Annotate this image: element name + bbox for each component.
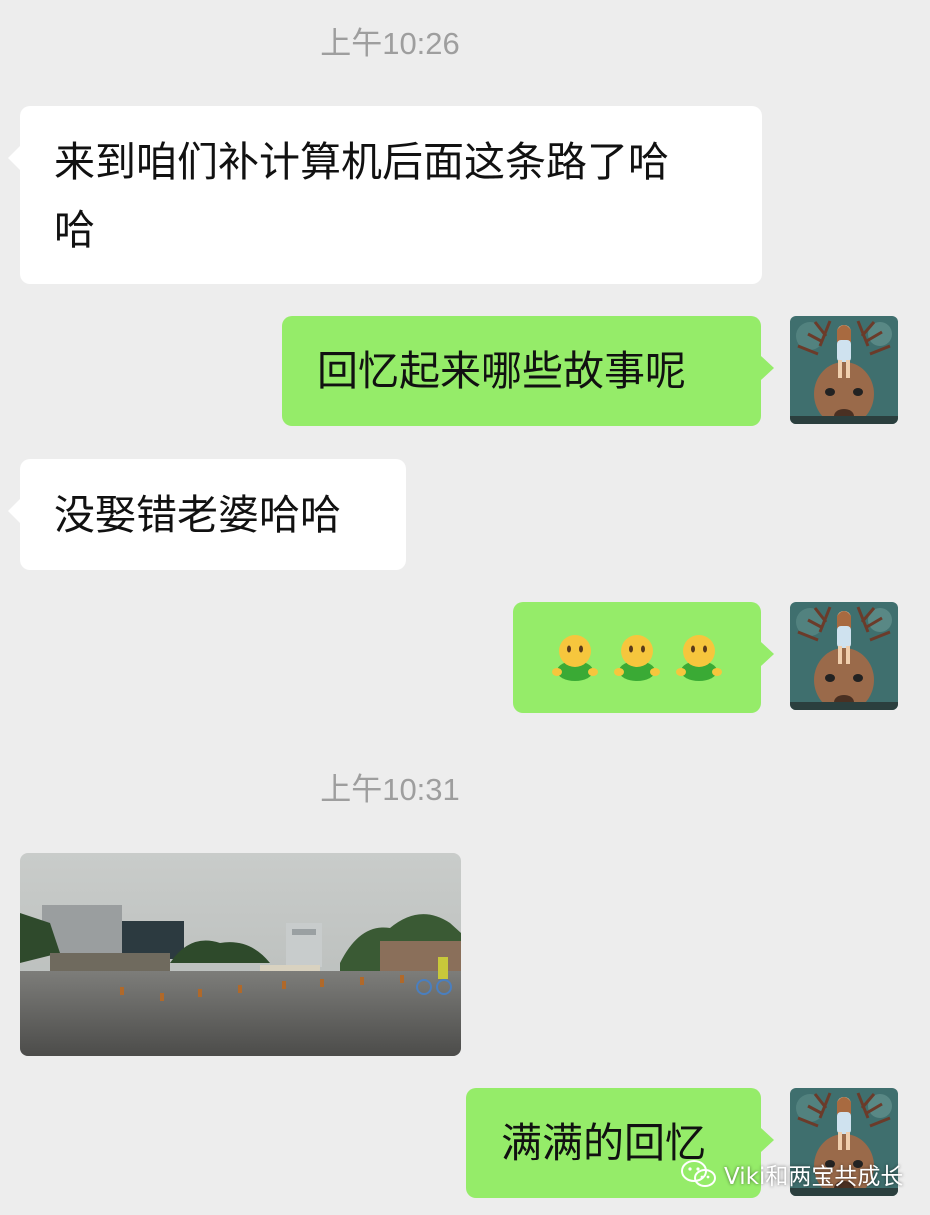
timestamp: 上午10:26 [320, 26, 460, 61]
shy-face-emoji-icon [676, 635, 722, 681]
watermark-text: Viki和两宝共成长 [724, 1164, 904, 1190]
wechat-icon [681, 1160, 716, 1187]
avatar[interactable] [790, 316, 898, 424]
emoji-row [513, 602, 761, 712]
avatar[interactable] [790, 602, 898, 710]
watermark: Viki和两宝共成长 [680, 1154, 903, 1194]
message-text: 没娶错老婆哈哈 [54, 491, 341, 539]
message-text: 哈 [54, 206, 95, 254]
message-text: 满满的回忆 [501, 1119, 706, 1167]
message-text: 来到咱们补计算机后面这条路了哈 [54, 138, 669, 186]
deer-avatar-icon [790, 602, 898, 710]
message-bubble-outgoing[interactable]: 回忆起来哪些故事呢 [282, 316, 774, 426]
message-bubble-outgoing[interactable] [513, 602, 774, 713]
shy-face-emoji-icon [552, 635, 598, 681]
image-message[interactable] [20, 853, 461, 1056]
deer-avatar-icon [790, 316, 898, 424]
road-photo-image [20, 853, 461, 1056]
message-bubble-incoming[interactable]: 来到咱们补计算机后面这条路了哈 哈 [8, 106, 762, 284]
shy-face-emoji-icon [614, 635, 660, 681]
message-bubble-incoming[interactable]: 没娶错老婆哈哈 [8, 459, 406, 570]
timestamp: 上午10:31 [320, 772, 460, 807]
message-text: 回忆起来哪些故事呢 [317, 347, 686, 395]
